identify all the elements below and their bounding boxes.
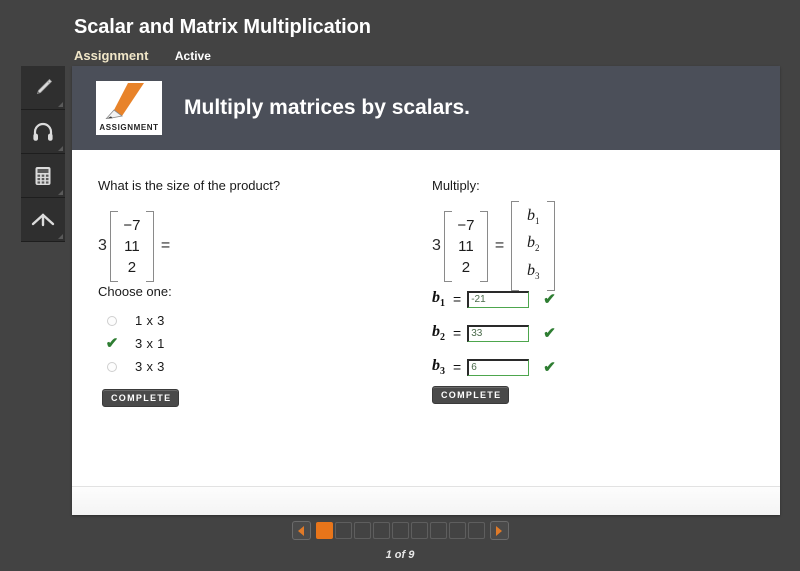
- next-arrow-icon: [496, 525, 502, 536]
- pagination: [0, 521, 800, 540]
- right-equals-sign: =: [494, 237, 505, 254]
- assignment-icon-caption: ASSIGNMENT: [99, 123, 159, 132]
- choice-label: 3 x 1: [135, 336, 165, 351]
- right-source-matrix: −7 11 2: [443, 210, 488, 282]
- prev-page-button[interactable]: [291, 521, 311, 540]
- content-body: What is the size of the product? 3 −7 11…: [72, 150, 780, 515]
- matrix-cell: 2: [127, 258, 137, 276]
- complete-button-left[interactable]: COMPLETE: [102, 389, 180, 407]
- left-problem-column: What is the size of the product? 3 −7 11…: [98, 178, 398, 407]
- collapse-tool-button[interactable]: [21, 198, 65, 242]
- page-dot-4[interactable]: [372, 522, 390, 539]
- page-dot-6[interactable]: [410, 522, 428, 539]
- calculator-tool-button[interactable]: [21, 154, 65, 198]
- matrix-cell: 2: [461, 258, 471, 276]
- answer-row-b1: b1 = ✔: [432, 282, 692, 316]
- page-dot-8[interactable]: [448, 522, 466, 539]
- page-dot-1[interactable]: [315, 522, 333, 539]
- answer-input-b1[interactable]: [467, 290, 530, 308]
- answer-row-b3: b3 = ✔: [432, 350, 692, 384]
- radio-unselected-icon[interactable]: [102, 357, 122, 377]
- tool-rail: [21, 66, 65, 242]
- content-panel: ASSIGNMENT Multiply matrices by scalars.…: [72, 66, 780, 515]
- answer-input-b3[interactable]: [467, 358, 530, 376]
- left-prompt: What is the size of the product?: [98, 178, 281, 193]
- matrix-cell: b2: [527, 234, 540, 254]
- answer-equals-sign: =: [453, 325, 462, 341]
- right-result-matrix: b1 b2 b3: [511, 201, 556, 291]
- headphones-icon: [30, 119, 56, 145]
- page-dot-2[interactable]: [334, 522, 352, 539]
- up-arrow-icon: [29, 207, 57, 233]
- matrix-cell: −7: [123, 216, 141, 234]
- answer-equals-sign: =: [453, 359, 462, 375]
- choice-option-3x3[interactable]: 3 x 3: [102, 355, 302, 378]
- answer-variable-label: b3: [432, 356, 445, 378]
- matrix-cell: b1: [527, 207, 540, 227]
- answer-list: b1 = ✔ b2 = ✔ b3 = ✔: [432, 282, 692, 384]
- check-icon[interactable]: ✔: [102, 334, 122, 354]
- answer-variable-label: b1: [432, 288, 445, 310]
- choice-label: 3 x 3: [135, 359, 165, 374]
- answer-input-b2[interactable]: [467, 324, 530, 342]
- answer-row-b2: b2 = ✔: [432, 316, 692, 350]
- assignment-pencil-icon: [105, 83, 144, 119]
- choose-one-label: Choose one:: [98, 284, 172, 299]
- app-header: Scalar and Matrix Multiplication Assignm…: [0, 0, 800, 66]
- choice-list: 1 x 3 ✔ 3 x 1 3 x 3: [102, 309, 302, 378]
- choice-label: 1 x 3: [135, 313, 165, 328]
- page-title: Scalar and Matrix Multiplication: [74, 16, 371, 38]
- choice-option-1x3[interactable]: 1 x 3: [102, 309, 302, 332]
- highlighter-tool-button[interactable]: [21, 66, 65, 110]
- prev-arrow-icon: [298, 525, 304, 536]
- page-dot-5[interactable]: [391, 522, 409, 539]
- page-counter: 1 of 9: [385, 549, 415, 561]
- left-matrix-expression: 3 −7 11 2 =: [98, 207, 398, 285]
- choice-option-3x1[interactable]: ✔ 3 x 1: [102, 332, 302, 355]
- check-icon: ✔: [543, 290, 556, 308]
- left-equals-sign: =: [160, 237, 171, 254]
- left-matrix: −7 11 2: [109, 210, 154, 282]
- matrix-cell: −7: [457, 216, 475, 234]
- content-heading: Multiply matrices by scalars.: [184, 96, 470, 119]
- right-matrix-expression: 3 −7 11 2 = b1 b2 b3: [432, 201, 732, 291]
- calculator-icon: [30, 163, 56, 189]
- page-dot-3[interactable]: [353, 522, 371, 539]
- page-dot-7[interactable]: [429, 522, 447, 539]
- check-glyph: ✔: [105, 335, 119, 352]
- assignment-icon: ASSIGNMENT: [96, 81, 162, 135]
- complete-button-right[interactable]: COMPLETE: [432, 386, 510, 404]
- right-problem-column: Multiply: 3 −7 11 2 = b1 b2 b3 b1 = -21 …: [432, 178, 732, 404]
- check-icon: ✔: [543, 324, 556, 342]
- matrix-cell: 11: [458, 237, 474, 255]
- assignment-type-label: Assignment: [74, 48, 149, 63]
- left-scalar: 3: [98, 237, 107, 254]
- next-page-button[interactable]: [489, 521, 509, 540]
- right-scalar: 3: [432, 237, 441, 254]
- subtitle-row: Assignment Active: [74, 47, 211, 63]
- page-dots: [315, 522, 486, 539]
- body-footer-strip: [72, 487, 780, 515]
- answer-equals-sign: =: [453, 291, 462, 307]
- check-icon: ✔: [543, 358, 556, 376]
- matrix-cell: 11: [124, 237, 140, 255]
- audio-tool-button[interactable]: [21, 110, 65, 154]
- pencil-icon: [30, 75, 56, 101]
- radio-unselected-icon[interactable]: [102, 311, 122, 331]
- page-dot-9[interactable]: [467, 522, 485, 539]
- status-badge: Active: [174, 49, 211, 63]
- right-prompt: Multiply:: [432, 178, 480, 193]
- content-header: ASSIGNMENT Multiply matrices by scalars.: [72, 66, 780, 150]
- answer-variable-label: b2: [432, 322, 445, 344]
